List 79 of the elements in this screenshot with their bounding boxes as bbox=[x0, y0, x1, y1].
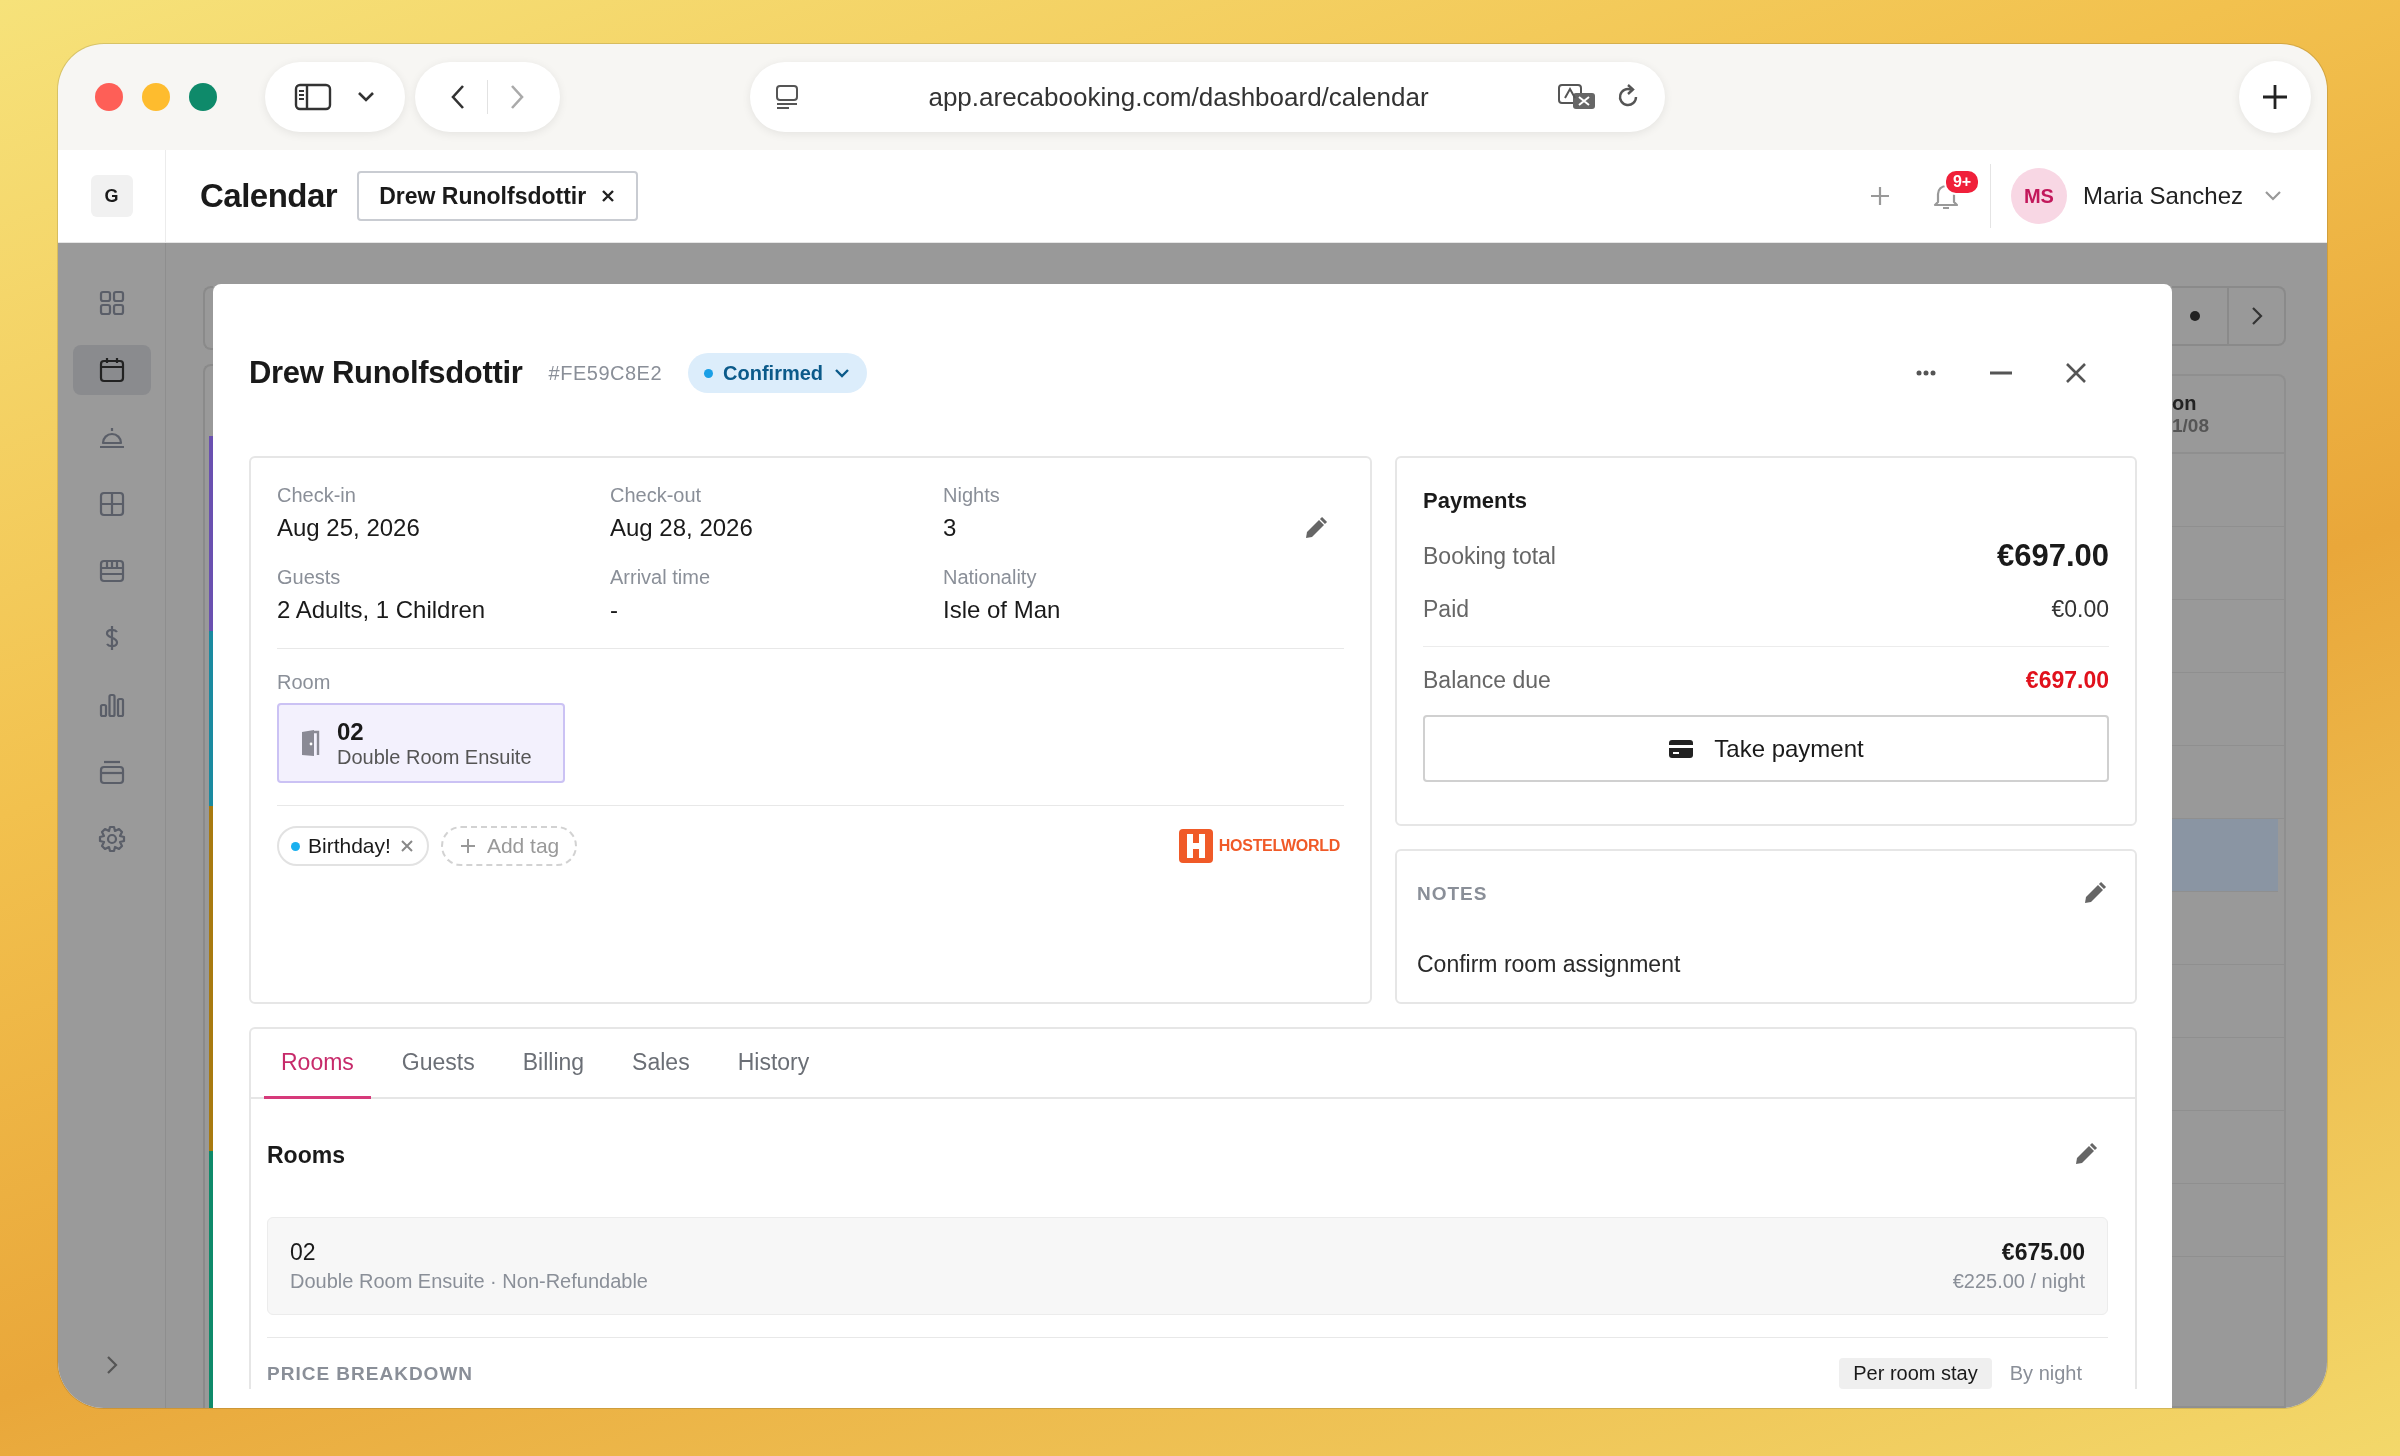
field-value: 3 bbox=[943, 513, 957, 543]
plus-icon bbox=[2260, 82, 2290, 112]
field-label: Check-in bbox=[277, 483, 356, 508]
workspace-badge[interactable]: G bbox=[90, 175, 133, 217]
field-label: Guests bbox=[277, 565, 341, 590]
take-payment-button[interactable]: Take payment bbox=[1423, 715, 2109, 782]
payment-amount: €697.00 bbox=[1996, 538, 2109, 574]
settings-icon bbox=[97, 825, 126, 853]
selected-calendar-cell[interactable] bbox=[2172, 819, 2278, 892]
close-icon[interactable] bbox=[2065, 362, 2087, 384]
status-dropdown[interactable]: Confirmed bbox=[688, 353, 868, 393]
payment-label: Balance due bbox=[1423, 666, 1551, 694]
field-label: Arrival time bbox=[610, 565, 710, 590]
status-dot bbox=[704, 368, 714, 378]
field-label: Nights bbox=[943, 483, 1000, 508]
booking-source-logo: HOSTELWORLD bbox=[1218, 837, 1340, 855]
sidebar-item[interactable] bbox=[72, 345, 151, 395]
field-value: Aug 25, 2026 bbox=[277, 513, 420, 543]
section-heading: PRICE BREAKDOWN bbox=[267, 1362, 474, 1385]
translate-icon[interactable] bbox=[1557, 83, 1597, 111]
field-label: Room bbox=[277, 670, 332, 695]
chevron-down-icon[interactable] bbox=[356, 90, 376, 104]
field-value: Aug 28, 2026 bbox=[610, 513, 753, 543]
field-label: Nationality bbox=[943, 565, 1037, 590]
open-booking-tab[interactable]: Drew Runolfsdottir bbox=[357, 171, 639, 221]
close-window-button[interactable] bbox=[95, 83, 123, 111]
tab[interactable]: Sales bbox=[615, 1029, 707, 1099]
tab[interactable]: Guests bbox=[384, 1029, 492, 1099]
table-icon bbox=[97, 490, 126, 518]
store-icon bbox=[97, 557, 126, 585]
guest-name: Drew Runolfsdottir bbox=[249, 355, 523, 391]
view-toggle-option[interactable]: Per room stay bbox=[1839, 1358, 1992, 1389]
zoom-window-button[interactable] bbox=[189, 83, 217, 111]
field-label: Check-out bbox=[610, 483, 702, 508]
grid-icon bbox=[97, 289, 126, 317]
user-avatar[interactable]: MS bbox=[2010, 168, 2067, 224]
payment-label: Paid bbox=[1423, 595, 1470, 623]
tab[interactable]: Rooms bbox=[264, 1029, 371, 1099]
room-row[interactable]: 02 Double Room Ensuite · Non-Refundable €675.00 €225.00 / night bbox=[267, 1217, 2108, 1315]
stack-icon bbox=[97, 758, 126, 786]
user-name[interactable]: Maria Sanchez bbox=[2082, 182, 2243, 210]
minimize-icon[interactable] bbox=[1989, 370, 2013, 376]
forward-icon[interactable] bbox=[508, 83, 526, 111]
day-date: 1/08 bbox=[2172, 414, 2210, 437]
payment-amount: €697.00 bbox=[2025, 666, 2109, 694]
sidebar-toggle-icon[interactable] bbox=[294, 83, 332, 111]
room-number: 02 bbox=[337, 717, 365, 746]
tab[interactable]: History bbox=[720, 1029, 827, 1099]
section-heading: NOTES bbox=[1417, 883, 1488, 905]
payment-amount: €0.00 bbox=[2051, 595, 2109, 623]
booking-reference: #FE59C8E2 bbox=[548, 361, 663, 385]
field-value: Isle of Man bbox=[943, 595, 1061, 625]
remove-icon[interactable] bbox=[398, 838, 415, 854]
room-card[interactable]: 02 Double Room Ensuite bbox=[277, 703, 565, 783]
field-value: 2 Adults, 1 Children bbox=[277, 595, 486, 625]
bar-chart-icon bbox=[97, 691, 126, 719]
source-logo-icon bbox=[1178, 829, 1213, 863]
tag-chip[interactable]: Birthday! bbox=[277, 826, 429, 866]
room-type: Double Room Ensuite bbox=[337, 745, 532, 769]
chevron-right-icon bbox=[2249, 305, 2264, 327]
address-bar[interactable]: app.arecabooking.com/dashboard/calendar bbox=[750, 62, 1665, 132]
plus-icon bbox=[458, 837, 477, 855]
tab[interactable]: Billing bbox=[505, 1029, 602, 1099]
door-icon bbox=[299, 729, 321, 757]
card-title: Payments bbox=[1423, 487, 1528, 515]
day-name: on bbox=[2172, 391, 2198, 415]
notification-count-badge: 9+ bbox=[1943, 169, 1981, 195]
close-icon[interactable] bbox=[600, 188, 617, 204]
calendar-icon bbox=[97, 356, 126, 384]
credit-card-icon bbox=[1668, 738, 1695, 759]
field-value: - bbox=[610, 595, 618, 625]
back-icon[interactable] bbox=[449, 83, 467, 111]
section-heading: Rooms bbox=[267, 1141, 345, 1169]
chevron-down-icon bbox=[833, 367, 852, 379]
more-icon[interactable] bbox=[1915, 369, 1937, 377]
note-text: Confirm room assignment bbox=[1417, 951, 1682, 978]
page-icon bbox=[774, 84, 800, 110]
payment-label: Booking total bbox=[1423, 542, 1556, 570]
page-title: Calendar bbox=[200, 177, 338, 215]
